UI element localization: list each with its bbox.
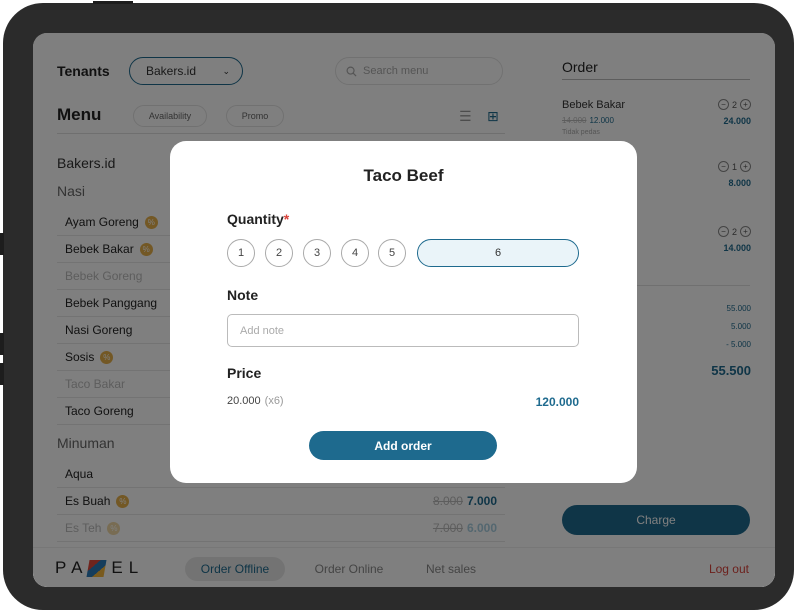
add-order-button[interactable]: Add order <box>309 431 497 460</box>
side-button <box>0 333 4 355</box>
app-screen: Tenants Bakers.id ⌄ Search menu Menu Ava… <box>33 33 775 587</box>
unit-price: 20.000 (x6) <box>227 395 284 407</box>
quantity-option[interactable]: 5 <box>378 239 406 267</box>
modal-title: Taco Beef <box>363 166 444 185</box>
unit-price-value: 20.000 <box>227 395 261 407</box>
tablet-frame: Tenants Bakers.id ⌄ Search menu Menu Ava… <box>0 1 794 610</box>
quantity-option[interactable]: 1 <box>227 239 255 267</box>
quantity-label-text: Quantity <box>227 211 284 227</box>
price-label: Price <box>227 365 262 381</box>
total-price: 120.000 <box>535 395 579 409</box>
quantity-custom-input[interactable]: 6 <box>417 239 579 267</box>
note-label: Note <box>227 287 259 303</box>
top-button <box>93 1 133 4</box>
required-marker: * <box>283 211 290 227</box>
side-button <box>0 363 4 385</box>
quantity-option[interactable]: 3 <box>303 239 331 267</box>
note-input[interactable] <box>227 314 579 347</box>
quantity-label: Quantity* <box>227 211 289 227</box>
add-item-modal: Taco Beef Quantity* 1 2 3 4 5 6 Note Pri… <box>170 141 637 483</box>
quantity-multiplier: (x6) <box>264 395 284 407</box>
side-button <box>0 233 4 255</box>
quantity-option[interactable]: 2 <box>265 239 293 267</box>
quantity-option[interactable]: 4 <box>341 239 369 267</box>
